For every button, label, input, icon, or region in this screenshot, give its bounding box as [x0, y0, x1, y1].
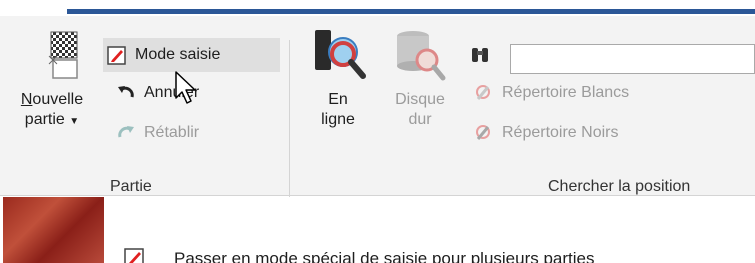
mode-saisie-button[interactable]: Mode saisie: [103, 38, 280, 72]
pencil-edit-icon: [107, 45, 127, 65]
redo-label: Rétablir: [144, 124, 200, 141]
online-search-icon: [309, 26, 367, 84]
repertoire-black-icon: [474, 123, 494, 143]
ribbon: Nouvelle partie ▼ Mode saisie Annuler Ré…: [0, 16, 755, 198]
repertoire-blancs-button[interactable]: Répertoire Blancs: [470, 76, 633, 110]
group-separator: [289, 40, 290, 198]
disque-label-line1: Disque: [395, 91, 445, 108]
position-search-input[interactable]: [510, 44, 755, 74]
binoculars-icon: [470, 45, 490, 65]
new-game-button[interactable]: Nouvelle partie ▼: [2, 26, 102, 132]
accent-bar: [67, 9, 755, 14]
undo-arrow-icon: [116, 83, 136, 103]
mouse-pointer-icon: [175, 71, 196, 104]
new-game-label-underlined: N: [20, 91, 33, 108]
repertoire-noirs-label: Répertoire Noirs: [502, 124, 619, 141]
mode-saisie-label: Mode saisie: [135, 46, 221, 63]
disk-search-icon: [391, 26, 449, 84]
tooltip-text: Passer en mode spécial de saisie pour pl…: [174, 249, 595, 263]
redo-button[interactable]: Rétablir: [112, 116, 203, 150]
new-game-board-icon: [23, 26, 81, 84]
pencil-edit-icon: [124, 248, 144, 263]
en-ligne-label-line1: En: [328, 91, 348, 108]
group-label-partie: Partie: [110, 178, 152, 195]
new-game-label-line2: partie: [24, 111, 65, 128]
tooltip-bar: Passer en mode spécial de saisie pour pl…: [0, 197, 755, 263]
binoculars-icon-box: [470, 38, 498, 72]
wood-thumbnail: [3, 197, 104, 263]
en-ligne-label-line2: ligne: [321, 111, 355, 128]
group-label-chercher: Chercher la position: [548, 178, 691, 195]
repertoire-white-icon: [474, 83, 494, 103]
disque-label-line2: dur: [408, 111, 432, 128]
new-game-label-line1: ouvelle: [32, 91, 84, 108]
repertoire-blancs-label: Répertoire Blancs: [502, 84, 630, 101]
search-online-button[interactable]: En ligne: [298, 26, 378, 130]
repertoire-noirs-button[interactable]: Répertoire Noirs: [470, 116, 622, 150]
title-strip: [0, 0, 755, 16]
caret-down-icon: ▼: [69, 116, 80, 127]
search-disk-button[interactable]: Disque dur: [380, 26, 460, 130]
redo-arrow-icon: [116, 123, 136, 143]
